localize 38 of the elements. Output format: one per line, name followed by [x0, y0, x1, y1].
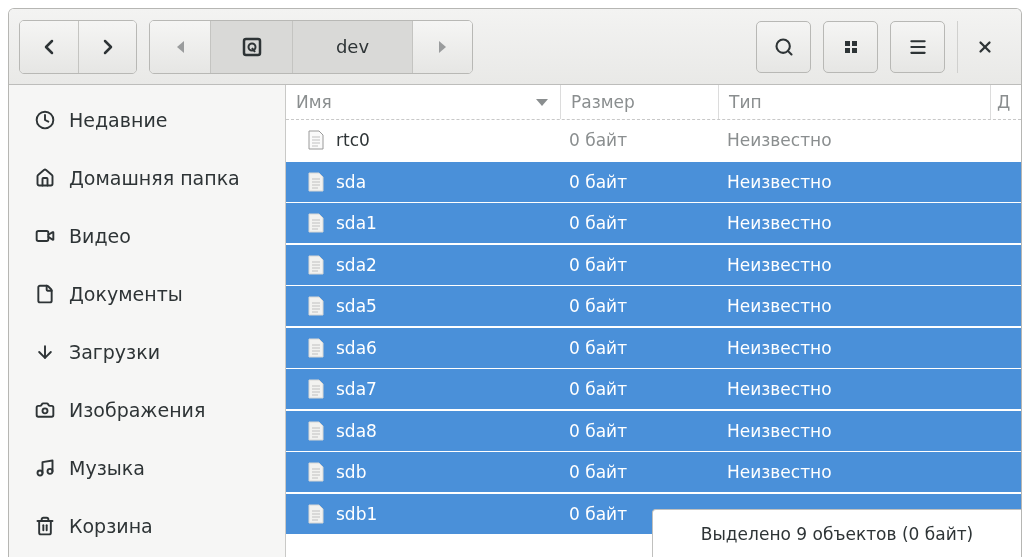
file-type: Неизвестно	[726, 462, 833, 482]
file-name: sdb1	[336, 503, 378, 524]
sidebar-label: Домашняя папка	[69, 167, 240, 189]
file-name: sda7	[336, 379, 377, 399]
file-type: Неизвестно	[726, 213, 833, 233]
file-name: sda5	[336, 296, 377, 316]
file-size: 0 байт	[568, 213, 629, 233]
sidebar-label: Недавние	[69, 109, 168, 131]
sidebar-label: Видео	[69, 225, 131, 247]
sidebar-label: Изображения	[69, 399, 206, 421]
sidebar-label: Документы	[69, 283, 183, 305]
file-type: Неизвестно	[726, 420, 833, 441]
file-type: Неизвестно	[726, 254, 833, 275]
file-name: sda2	[336, 254, 377, 275]
file-name: rtc0	[336, 130, 370, 150]
file-size: 0 байт	[568, 503, 629, 524]
file-name: sda	[336, 171, 367, 192]
file-name: sdb	[336, 462, 367, 482]
file-type: Неизвестно	[726, 171, 833, 192]
file-size: 0 байт	[568, 420, 629, 441]
file-type: Неизвестно	[726, 379, 833, 399]
file-size: 0 байт	[568, 296, 629, 316]
file-type: Неизвестно	[726, 296, 833, 316]
file-type: Неизвестно	[726, 130, 833, 150]
file-size: 0 байт	[568, 254, 629, 275]
file-size: 0 байт	[568, 462, 629, 482]
sidebar-label: Музыка	[69, 457, 145, 479]
file-name: sda1	[336, 213, 377, 233]
file-size: 0 байт	[568, 379, 629, 399]
sidebar-label: Загрузки	[69, 341, 161, 363]
file-name: sda8	[336, 420, 377, 441]
file-size: 0 байт	[568, 337, 629, 358]
file-size: 0 байт	[568, 171, 629, 192]
file-size: 0 байт	[568, 130, 629, 150]
file-name: sda6	[336, 337, 377, 358]
selection-status-toast: Выделено 9 объектов (0 байт)	[652, 509, 1021, 557]
sidebar-label: Корзина	[69, 515, 153, 537]
file-type: Неизвестно	[726, 337, 833, 358]
